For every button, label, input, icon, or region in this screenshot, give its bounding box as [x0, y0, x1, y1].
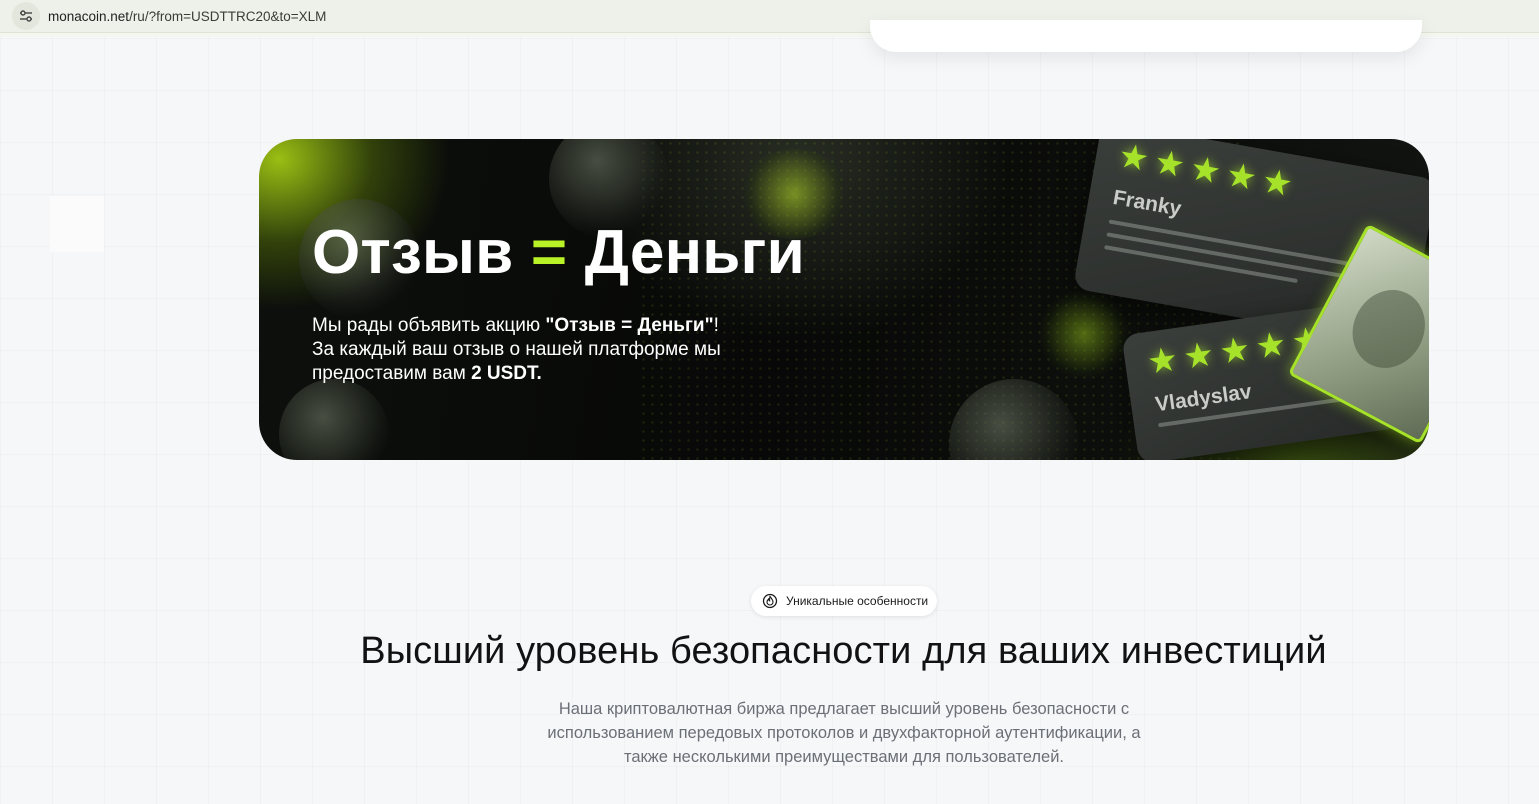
banner-text-part: За каждый ваш отзыв о нашей платформе мы — [312, 339, 721, 360]
banner-description: Мы рады объявить акцию "Отзыв = Деньги"!… — [312, 314, 772, 386]
star-icon: ★ — [1144, 340, 1181, 382]
exchange-card-bottom — [870, 20, 1422, 52]
url-field[interactable]: monacoin.net/ru/?from=USDTTRC20&to=XLM — [48, 9, 326, 24]
coin-decoration — [279, 379, 389, 460]
coin-decoration — [1039, 289, 1129, 379]
star-icon: ★ — [1217, 329, 1253, 372]
star-icon: ★ — [1115, 139, 1152, 180]
background-decoration — [50, 196, 104, 252]
star-icon: ★ — [1187, 149, 1224, 192]
url-path: /ru/?from=USDTTRC20&to=XLM — [129, 8, 327, 24]
banner-text-bold: "Отзыв = Деньги" — [545, 315, 714, 336]
star-icon: ★ — [1180, 335, 1217, 377]
banner-text-bold: 2 USDT. — [471, 363, 542, 384]
promo-banner[interactable]: ★ ★ ★ ★ ★ Franky ★ ★ ★ ★ ★ Vladyslav Отз… — [259, 139, 1429, 460]
star-icon: ★ — [1151, 142, 1188, 186]
features-badge: Уникальные особенности — [751, 586, 937, 616]
banner-title-right: Деньги — [584, 218, 805, 287]
badge-label: Уникальные особенности — [786, 594, 929, 608]
section-title: Высший уровень безопасности для ваших ин… — [360, 630, 1327, 672]
banner-text-part: ! — [713, 315, 719, 336]
flame-icon — [762, 593, 778, 609]
tune-icon — [20, 10, 32, 22]
banner-text-part: Мы рады объявить акцию — [312, 315, 546, 336]
section-description: Наша криптовалютная биржа предлагает выс… — [547, 700, 1141, 766]
banner-title: Отзыв = Деньги — [312, 217, 805, 288]
star-icon: ★ — [1253, 324, 1289, 367]
star-icon: ★ — [1223, 155, 1260, 199]
reviewer-name: Franky — [1111, 185, 1184, 221]
url-host: monacoin.net — [48, 8, 130, 24]
banner-title-equals: = — [530, 218, 568, 287]
star-icon: ★ — [1259, 161, 1296, 205]
banner-text-part: предоставим вам — [312, 363, 472, 384]
banner-title-left: Отзыв — [312, 218, 514, 287]
site-info-icon[interactable] — [12, 2, 40, 30]
